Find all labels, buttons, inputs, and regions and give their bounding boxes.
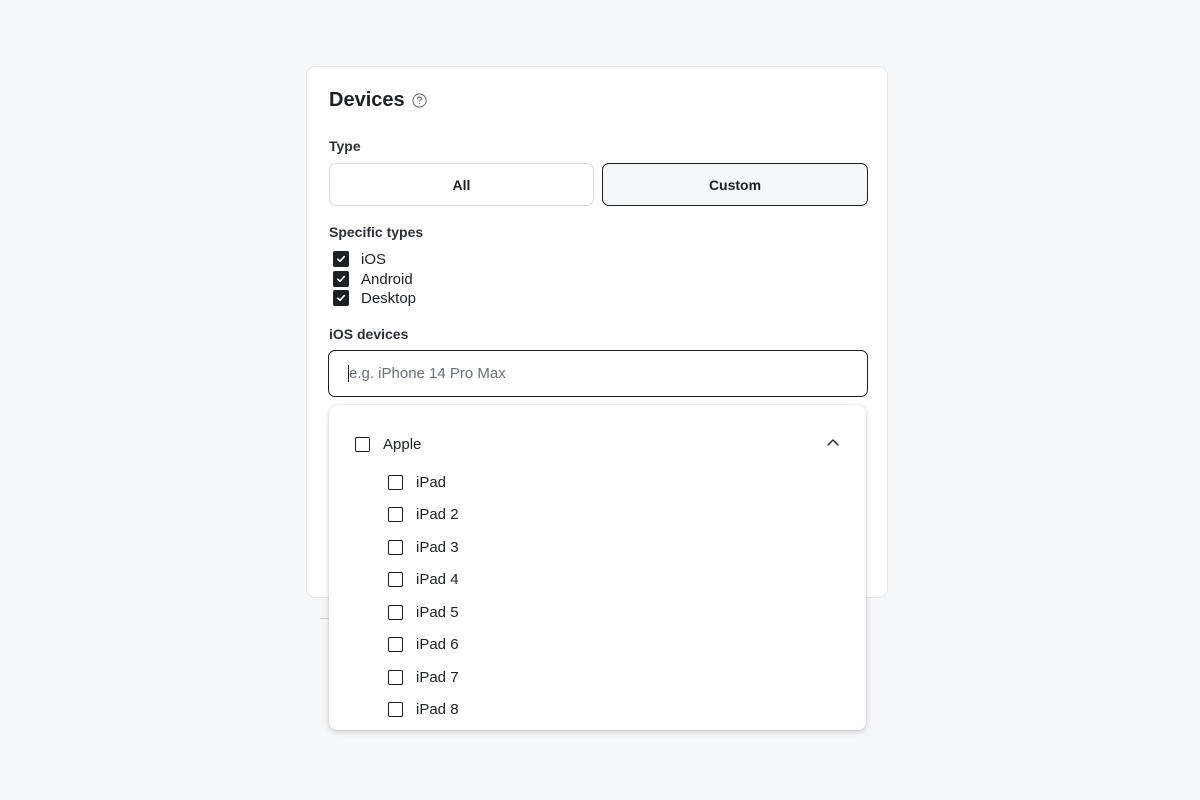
list-item[interactable]: iPad 5 — [388, 602, 459, 622]
desktop-checkbox[interactable] — [333, 290, 349, 306]
specific-types-label: Specific types — [329, 224, 424, 240]
ios-label: iOS — [361, 250, 387, 268]
group-apple-label: Apple — [383, 435, 422, 453]
type-all-button[interactable]: All — [329, 163, 594, 206]
ipad-5-checkbox[interactable] — [388, 604, 403, 620]
list-item-label: iPad 2 — [416, 505, 459, 523]
text-cursor — [348, 365, 349, 382]
specific-type-android[interactable]: Android — [333, 270, 413, 288]
ipad-2-checkbox[interactable] — [388, 506, 403, 522]
list-item[interactable]: iPad 2 — [388, 504, 459, 524]
list-item-label: iPad 6 — [416, 635, 459, 653]
ios-devices-search-input[interactable] — [328, 350, 868, 397]
ipad-7-checkbox[interactable] — [388, 669, 403, 685]
checkmark-icon — [337, 294, 346, 302]
group-apple[interactable]: Apple — [355, 434, 841, 454]
chevron-up-icon[interactable] — [825, 435, 841, 451]
list-item-label: iPad 7 — [416, 668, 459, 686]
list-item[interactable]: iPad 7 — [388, 667, 459, 687]
ipad-4-checkbox[interactable] — [388, 571, 403, 587]
ipad-8-checkbox[interactable] — [388, 701, 403, 717]
android-checkbox[interactable] — [333, 271, 349, 287]
type-custom-button[interactable]: Custom — [602, 163, 868, 206]
ipad-3-checkbox[interactable] — [388, 539, 403, 555]
title-row: Devices — [329, 89, 427, 112]
specific-type-ios[interactable]: iOS — [333, 250, 386, 268]
question-circle-icon[interactable] — [411, 93, 427, 108]
list-item[interactable]: iPad 6 — [388, 634, 459, 654]
list-item[interactable]: iPad 4 — [388, 569, 459, 589]
checkmark-icon — [337, 255, 346, 263]
list-item[interactable]: iPad — [388, 472, 446, 492]
list-item-label: iPad 8 — [416, 700, 459, 718]
specific-type-desktop[interactable]: Desktop — [333, 289, 416, 307]
list-item[interactable]: iPad 8 — [388, 699, 459, 719]
type-label: Type — [329, 138, 361, 154]
desktop-label: Desktop — [361, 289, 417, 307]
list-item-label: iPad 3 — [416, 538, 459, 556]
ipad-checkbox[interactable] — [388, 474, 403, 490]
list-item-label: iPad — [416, 473, 447, 491]
ipad-6-checkbox[interactable] — [388, 636, 403, 652]
ios-devices-label: iOS devices — [329, 326, 409, 342]
page-title: Devices — [329, 89, 405, 111]
list-item-label: iPad 5 — [416, 603, 459, 621]
ios-devices-dropdown: Apple iPad iPad 2 iPad 3 iPad 4 iPad 5 i… — [329, 405, 866, 730]
checkmark-icon — [337, 275, 346, 283]
list-item[interactable]: iPad 3 — [388, 537, 459, 557]
ios-checkbox[interactable] — [333, 251, 349, 267]
list-item-label: iPad 4 — [416, 570, 459, 588]
apple-checkbox[interactable] — [355, 436, 370, 452]
android-label: Android — [361, 270, 413, 288]
